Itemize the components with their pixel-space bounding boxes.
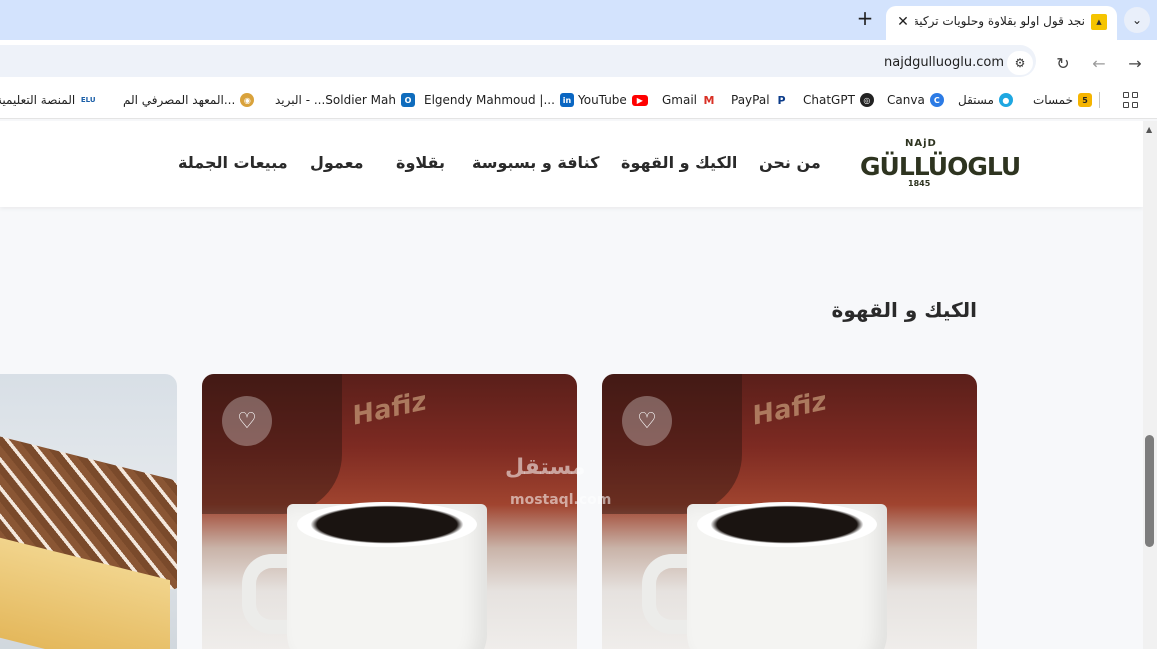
nav-wholesale[interactable]: مبيعات الجملة — [178, 153, 288, 172]
canva-icon: C — [929, 93, 944, 107]
product-card[interactable] — [0, 374, 177, 649]
nav-maamoul[interactable]: معمول — [310, 153, 364, 172]
bookmark-label: المنصة التعليمية — [0, 93, 76, 107]
tab-title: نجد قول اولو بقلاوة وحلويات تركية — [915, 14, 1085, 28]
bookmark-label: YouTube — [578, 93, 627, 107]
coffee-liquid — [297, 502, 477, 547]
khamsat-icon: 5 — [1078, 93, 1093, 107]
product-card[interactable]: Hafiz ♡ — [602, 374, 977, 649]
mostaql-icon: ● — [998, 93, 1013, 107]
reload-icon[interactable]: ↻ — [1052, 52, 1074, 74]
nav-kunafa-basbousa[interactable]: كنافة و بسبوسة — [472, 153, 599, 172]
bookmark-gmail[interactable]: Gmail M — [662, 91, 717, 109]
site-info-icon[interactable]: ⚙ — [1007, 51, 1033, 75]
bookmark-education-platform[interactable]: المنصة التعليمية ELU — [0, 91, 97, 109]
product-image-label: Hafiz — [349, 386, 430, 432]
watermark-url: mostaql.com — [510, 492, 612, 508]
bookmark-label: البريد - ...Soldier Mah — [275, 93, 396, 107]
address-bar[interactable] — [0, 45, 1036, 77]
bookmark-outlook[interactable]: البريد - ...Soldier Mah O — [275, 91, 415, 109]
bookmark-khamsat[interactable]: خمسات 5 — [1033, 91, 1093, 109]
new-tab-button[interactable]: + — [853, 7, 877, 31]
scrollbar-thumb[interactable] — [1145, 435, 1154, 547]
bookmark-label: Gmail — [662, 93, 698, 107]
gulluoglu-logo[interactable]: NAjD GÜLLÜOGLU 1845 — [860, 136, 1021, 191]
bookmark-youtube[interactable]: YouTube ▶ — [578, 91, 648, 109]
url-text[interactable]: najdgulluoglu.com — [884, 55, 1004, 70]
nav-cake-coffee[interactable]: الكيك و القهوة — [621, 153, 737, 172]
close-tab-icon[interactable]: ✕ — [894, 13, 912, 31]
nav-baklava[interactable]: بقلاوة — [396, 153, 445, 172]
chatgpt-icon: ◎ — [859, 93, 874, 107]
bee-icon: ▲ — [1091, 14, 1107, 30]
bookmark-banking-institute[interactable]: المعهد المصرفي الم... ◉ — [123, 91, 255, 109]
browser-tab[interactable]: ▲ نجد قول اولو بقلاوة وحلويات تركية ✕ — [886, 6, 1117, 40]
bookmark-label: PayPal — [731, 93, 770, 107]
linkedin-icon: in — [559, 93, 574, 107]
bookmark-canva[interactable]: Canva C — [887, 91, 944, 109]
section-title: الكيك و القهوة — [831, 298, 977, 322]
heart-icon[interactable]: ♡ — [622, 396, 672, 446]
cake-image — [0, 374, 177, 649]
bookmark-label: Elgendy Mahmoud |... — [424, 93, 555, 107]
bookmarks-divider — [1099, 92, 1100, 108]
youtube-icon: ▶ — [631, 94, 648, 106]
bookmark-mostaql[interactable]: مستقل ● — [958, 91, 1013, 109]
elu-icon: ELU — [80, 93, 97, 107]
background-shade — [602, 374, 742, 514]
bookmark-label: المعهد المصرفي الم... — [123, 93, 236, 107]
bookmark-label: مستقل — [958, 93, 994, 107]
logo-brand-text: GÜLLÜOGLU — [860, 152, 1021, 181]
site-header: NAjD GÜLLÜOGLU 1845 من نحن الكيك و القهو… — [0, 121, 1143, 207]
background-shade — [202, 374, 342, 514]
bookmark-paypal[interactable]: PayPal P — [731, 91, 789, 109]
web-page: NAjD GÜLLÜOGLU 1845 من نحن الكيك و القهو… — [0, 121, 1143, 649]
paypal-icon: P — [774, 93, 789, 107]
bookmark-label: ChatGPT — [803, 93, 855, 107]
institute-icon: ◉ — [240, 93, 255, 107]
product-card[interactable]: Hafiz ♡ — [202, 374, 577, 649]
bookmark-chatgpt[interactable]: ChatGPT ◎ — [803, 91, 874, 109]
coffee-liquid — [697, 502, 877, 547]
scroll-up-arrow-icon[interactable]: ▲ — [1146, 125, 1152, 134]
tab-search-chevron-icon[interactable]: ⌄ — [1124, 7, 1150, 33]
bookmark-linkedin[interactable]: Elgendy Mahmoud |... in — [424, 91, 574, 109]
back-icon[interactable]: ← — [1088, 52, 1110, 74]
product-image-label: Hafiz — [749, 386, 830, 432]
logo-top-text: NAjD — [905, 138, 937, 149]
forward-icon[interactable]: → — [1124, 52, 1146, 74]
bookmark-label: خمسات — [1033, 93, 1074, 107]
watermark-text: مستقل — [505, 455, 586, 480]
outlook-icon: O — [400, 93, 415, 107]
bookmark-label: Canva — [887, 93, 925, 107]
logo-year-text: 1845 — [908, 179, 931, 188]
gmail-icon: M — [702, 93, 717, 107]
apps-grid-icon[interactable] — [1123, 92, 1139, 108]
nav-about-us[interactable]: من نحن — [759, 153, 821, 172]
scrollbar[interactable] — [1143, 121, 1157, 649]
heart-icon[interactable]: ♡ — [222, 396, 272, 446]
